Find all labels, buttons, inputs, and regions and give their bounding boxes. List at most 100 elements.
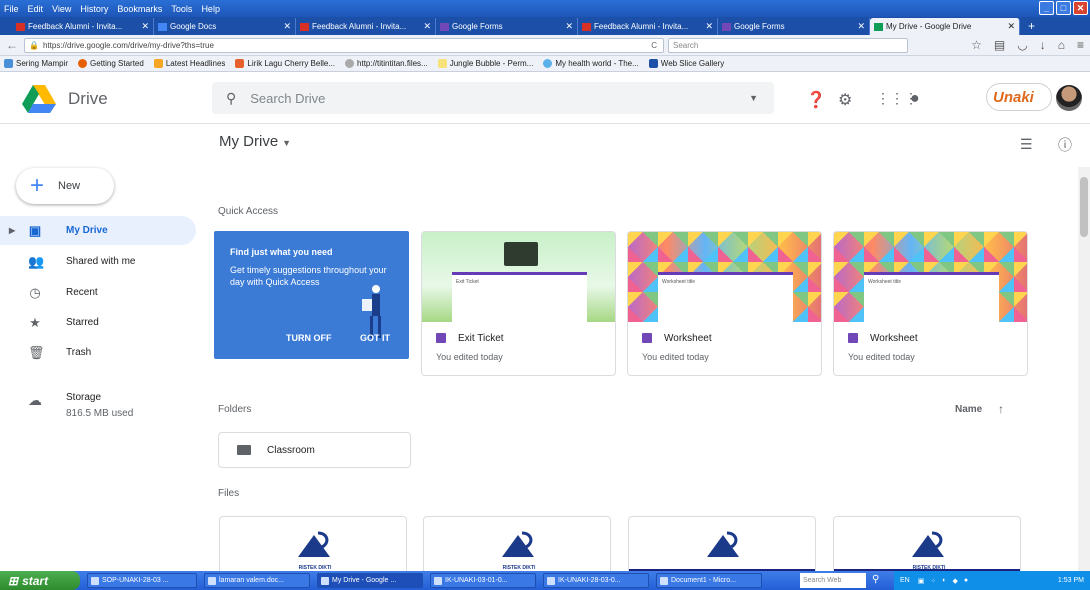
browser-tab[interactable]: Google Docs ✕	[154, 18, 296, 35]
forms-icon	[722, 22, 731, 31]
sidebar-item-recent[interactable]: ◷ Recent	[0, 278, 196, 307]
tab-close-icon[interactable]: ✕	[417, 21, 431, 32]
star-icon: ★	[29, 314, 41, 330]
help-icon[interactable]: ❓	[806, 90, 826, 110]
browser-tab[interactable]: Feedback Alumni - Invita... ✕	[296, 18, 436, 35]
maximize-icon[interactable]: □	[1056, 1, 1071, 15]
close-icon[interactable]: ✕	[1073, 1, 1088, 15]
reading-list-icon[interactable]: ▤	[994, 38, 1005, 52]
menu-help[interactable]: Help	[201, 4, 220, 14]
quick-access-file-card[interactable]: Worksheet title Worksheet You edited tod…	[627, 231, 822, 376]
start-button[interactable]: ⊞ start	[0, 571, 80, 590]
bookmark-item[interactable]: Latest Headlines	[153, 59, 225, 68]
bookmark-item[interactable]: Lirik Lagu Cherry Belle...	[235, 59, 335, 68]
file-card[interactable]: RISTEK DIKTI	[833, 516, 1021, 578]
quick-access-file-card[interactable]: Worksheet title Worksheet You edited tod…	[833, 231, 1028, 376]
sidebar-item-starred[interactable]: ★ Starred	[0, 308, 196, 337]
sidebar-item-trash[interactable]: 🗑 Trash	[0, 338, 196, 367]
gear-icon[interactable]: ⚙	[838, 90, 852, 110]
folder-item[interactable]: Classroom	[218, 432, 411, 468]
notifications-icon[interactable]: ●	[910, 90, 920, 108]
minimize-icon[interactable]: _	[1039, 1, 1054, 15]
back-icon[interactable]: ←	[6, 38, 18, 52]
tab-close-icon[interactable]: ✕	[1001, 21, 1015, 32]
app-name[interactable]: Drive	[68, 89, 108, 109]
file-card[interactable]	[628, 516, 816, 578]
taskbar-item[interactable]: SOP-UNAKI-28-03 ...	[87, 573, 197, 588]
file-card[interactable]: RISTEK DIKTI	[423, 516, 611, 578]
reload-icon[interactable]: C	[651, 41, 657, 50]
menu-history[interactable]: History	[80, 4, 108, 14]
pocket-icon[interactable]: ◡	[1017, 38, 1027, 52]
bookmark-item[interactable]: Sering Mampir	[4, 59, 68, 68]
info-icon[interactable]: ⓘ	[1058, 135, 1072, 155]
tab-close-icon[interactable]: ✕	[699, 21, 713, 32]
taskbar-item-active[interactable]: My Drive - Google ...	[317, 573, 423, 588]
bookmark-star-icon[interactable]: ☆	[971, 38, 982, 52]
tray-icon[interactable]: ⁘	[930, 577, 936, 585]
search-options-icon[interactable]: ▼	[749, 93, 758, 103]
bookmark-item[interactable]: Getting Started	[78, 59, 144, 68]
word-icon	[434, 576, 442, 585]
tray-icon[interactable]: ◆	[952, 577, 957, 585]
taskbar-item[interactable]: lamaran valem.doc...	[204, 573, 310, 588]
bookmark-item[interactable]: My health world - The...	[543, 59, 639, 68]
bookmark-item[interactable]: Web Slice Gallery	[648, 59, 724, 68]
sort-arrow-up-icon[interactable]: ↑	[998, 402, 1004, 416]
tab-close-icon[interactable]: ✕	[277, 21, 291, 32]
expand-arrow-icon[interactable]: ▶	[9, 226, 15, 235]
menu-tools[interactable]: Tools	[171, 4, 192, 14]
menu-bookmarks[interactable]: Bookmarks	[117, 4, 162, 14]
form-preview: Worksheet title	[658, 272, 793, 322]
browser-tab[interactable]: Feedback Alumni - Invita... ✕	[12, 18, 154, 35]
browser-tab[interactable]: Google Forms ✕	[718, 18, 870, 35]
url-bar[interactable]: 🔒 https://drive.google.com/drive/my-driv…	[24, 37, 664, 53]
home-icon[interactable]: ⌂	[1058, 38, 1065, 52]
tray-icon[interactable]: ▣	[918, 577, 925, 585]
sidebar-item-my-drive[interactable]: ▶ ▣ My Drive	[0, 216, 196, 245]
menu-icon[interactable]: ≡	[1077, 38, 1084, 52]
browser-tab[interactable]: Feedback Alumni - Invita... ✕	[578, 18, 718, 35]
language-indicator[interactable]: EN	[900, 577, 910, 584]
browser-tab-active[interactable]: My Drive - Google Drive ✕	[870, 18, 1020, 35]
web-search-input[interactable]: Search Web	[800, 573, 866, 588]
tab-close-icon[interactable]: ✕	[559, 21, 573, 32]
list-view-icon[interactable]: ☰	[1020, 136, 1033, 153]
search-icon[interactable]: ⚲	[226, 90, 236, 107]
new-button[interactable]: + New	[16, 168, 114, 204]
browser-search-input[interactable]: Search	[668, 37, 908, 53]
search-icon[interactable]: ⚲	[872, 574, 879, 585]
brand-logo[interactable]: Unaki	[986, 83, 1052, 111]
got-it-button[interactable]: GOT IT	[360, 333, 390, 343]
bookmark-item[interactable]: http://titintitan.files...	[345, 59, 428, 68]
drive-logo-icon[interactable]	[22, 85, 56, 113]
menu-view[interactable]: View	[52, 4, 71, 14]
turn-off-button[interactable]: TURN OFF	[286, 333, 332, 343]
tab-close-icon[interactable]: ✕	[851, 21, 865, 32]
page-title[interactable]: My Drive ▼	[219, 133, 291, 150]
bookmark-item[interactable]: Jungle Bubble - Perm...	[437, 59, 533, 68]
sidebar-item-shared[interactable]: 👥 Shared with me	[0, 247, 196, 276]
taskbar-item[interactable]: Document1 - Micro...	[656, 573, 762, 588]
scrollbar-thumb[interactable]	[1080, 177, 1088, 237]
avatar[interactable]	[1056, 85, 1082, 111]
taskbar-item[interactable]: IK-UNAKI-28-03-0...	[543, 573, 649, 588]
ristek-logo-icon	[298, 531, 330, 557]
menu-file[interactable]: File	[4, 4, 19, 14]
download-icon[interactable]: ↓	[1040, 38, 1046, 52]
quick-access-promo-card: Find just what you need Get timely sugge…	[214, 231, 409, 359]
clock[interactable]: 1:53 PM	[1058, 577, 1084, 584]
quick-access-file-card[interactable]: Exit Ticket Exit Ticket You edited today	[421, 231, 616, 376]
file-card[interactable]: RISTEK DIKTI	[219, 516, 407, 578]
form-preview: Exit Ticket	[452, 272, 587, 322]
new-tab-icon[interactable]: +	[1028, 19, 1035, 33]
drive-search-input[interactable]: ⚲ Search Drive ▼	[212, 82, 774, 114]
sort-name-button[interactable]: Name	[955, 404, 982, 415]
tab-close-icon[interactable]: ✕	[135, 21, 149, 32]
tray-icon[interactable]: ●	[964, 577, 968, 584]
browser-tab[interactable]: Google Forms ✕	[436, 18, 578, 35]
scrollbar[interactable]	[1078, 167, 1090, 571]
taskbar-item[interactable]: IK-UNAKI-03-01-0...	[430, 573, 536, 588]
tray-icon[interactable]: ◐	[942, 577, 946, 584]
menu-edit[interactable]: Edit	[28, 4, 44, 14]
